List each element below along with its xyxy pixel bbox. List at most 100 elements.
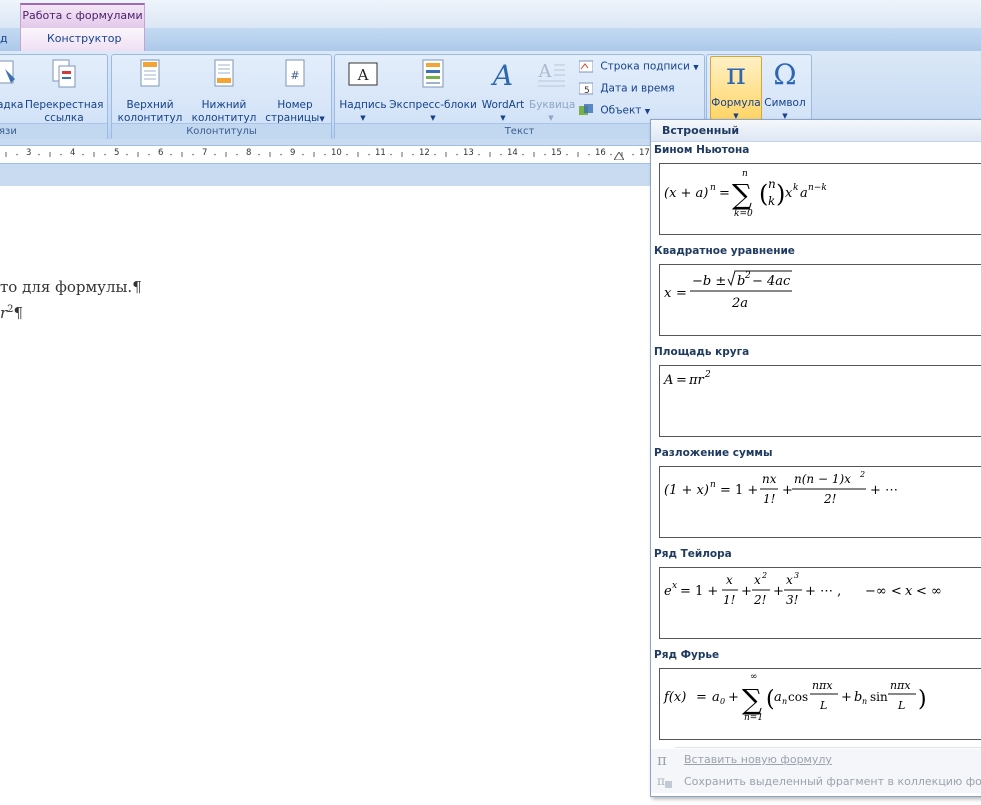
ruler-tick-label: 6: [158, 148, 164, 158]
svg-text:L: L: [819, 699, 827, 712]
ruler-minor-tick: [522, 153, 524, 156]
ruler-tick-label: 13: [463, 148, 474, 158]
ruler-tick-label: 16: [595, 148, 606, 158]
context-tab-group: Работа с формулами: [20, 3, 145, 29]
ruler-minor-tick: [412, 153, 414, 156]
svg-text:= 1 +: = 1 +: [720, 483, 758, 498]
quadratic-formula: x = −b ± b 2− 4ac 2a: [664, 270, 792, 311]
ruler-minor-tick: [258, 153, 260, 156]
ruler-minor-tick: [566, 153, 568, 156]
ruler-tick-label: 12: [419, 148, 430, 158]
textbox-button[interactable]: A Надпись ▼: [339, 59, 387, 125]
svg-text:A: A: [490, 59, 513, 89]
dropdown-arrow-icon: ▼: [319, 115, 325, 123]
tab-constructor[interactable]: Конструктор: [47, 32, 121, 45]
svg-text:cos: cos: [788, 690, 808, 704]
ruler-minor-tick: [82, 153, 84, 156]
document-page[interactable]: то для формулы.¶ r2¶: [0, 186, 650, 805]
ruler-tick-label: 4: [70, 148, 76, 158]
bookmark-button[interactable]: адка: [0, 59, 24, 112]
svg-text:−∞ <: −∞ <: [865, 584, 902, 599]
gallery-item-title: Разложение суммы: [654, 447, 773, 459]
links-group-label: язи: [0, 123, 107, 139]
right-indent-marker-icon[interactable]: [614, 152, 624, 160]
gallery-item-title: Квадратное уравнение: [654, 245, 795, 257]
object-label: Объект: [600, 104, 642, 117]
svg-text:+ ⋯: + ⋯: [870, 483, 898, 498]
ruler-tick-label: 3: [26, 148, 32, 158]
taylor-formula: ex = 1 + x1! + x 22! + x 33! + ⋯ , −∞ < x < …: [664, 571, 942, 607]
insert-new-formula-label: Вставить новую формулу: [684, 753, 832, 766]
page-number-icon: #: [285, 59, 305, 87]
cross-reference-label-1: Перекрестная: [25, 99, 104, 111]
cross-reference-button[interactable]: Перекрестная ссылка: [25, 59, 103, 125]
object-button[interactable]: Объект ▼: [579, 104, 650, 117]
svg-text:2: 2: [744, 271, 751, 281]
gallery-item-quadratic[interactable]: x = −b ± b 2− 4ac 2a: [659, 264, 981, 336]
symbol-label: Символ: [764, 97, 806, 109]
svg-text:#: #: [290, 69, 299, 82]
gallery-item-fourier[interactable]: f(x) = a0 + ∑ ∞ n=1 ( an cos nπx L + bn sin…: [659, 668, 981, 740]
signature-line-button[interactable]: Строка подписи ▼: [579, 60, 699, 73]
gallery-item-taylor[interactable]: ex = 1 + x 1! + x 2 2! + x 3 3! + ⋯ , −∞ < x < …: [659, 567, 981, 639]
svg-text:k: k: [768, 194, 775, 208]
dropcap-button[interactable]: A Буквица ▼: [529, 59, 575, 125]
ruler-tick-label: 7: [202, 148, 208, 158]
ruler-tick-label: 9: [290, 148, 296, 158]
svg-text:1!: 1!: [723, 593, 736, 607]
ruler-minor-tick: [368, 153, 370, 156]
ruler-minor-tick: [632, 153, 634, 156]
svg-text:A: A: [538, 61, 553, 82]
svg-text:x: x: [786, 573, 793, 587]
gallery-item-circle-area[interactable]: A = πr 2: [659, 365, 981, 437]
svg-text:n−k: n−k: [808, 183, 827, 193]
header-footer-group: Верхний колонтитул ▼ Нижний колонтитул ▼…: [111, 54, 332, 140]
gallery-item-title: Бином Ньютона: [654, 144, 750, 156]
header-footer-group-label: Колонтитулы: [112, 123, 331, 139]
gallery-header: Встроенный: [651, 120, 981, 142]
formula-button[interactable]: π Формула ▼: [710, 56, 762, 120]
svg-text:2!: 2!: [823, 492, 837, 506]
svg-text:sin: sin: [870, 690, 888, 704]
ruler-minor-tick: [104, 153, 106, 156]
date-time-button[interactable]: 5 Дата и время: [579, 82, 675, 95]
text-group-label: Текст: [335, 123, 704, 139]
footer-icon: [214, 59, 234, 87]
wordart-button[interactable]: A WordArt ▼: [479, 59, 527, 125]
svg-text:− 4ac: − 4ac: [752, 274, 791, 289]
gallery-item-binomial[interactable]: (x + a) n = ∑ n k=0 ( nk ) xk a n−k: [659, 163, 981, 235]
svg-text:+: +: [728, 690, 739, 705]
cross-reference-icon: [52, 59, 76, 88]
ruler-minor-tick: [236, 153, 238, 156]
quick-parts-button[interactable]: Экспресс-блоки ▼: [389, 59, 477, 125]
ruler-minor-tick: [324, 153, 326, 156]
document-line-1[interactable]: то для формулы.¶: [0, 278, 142, 296]
svg-text:n: n: [862, 697, 867, 706]
svg-text:e: e: [664, 584, 672, 599]
svg-text:∞: ∞: [750, 672, 758, 682]
bookmark-label: адка: [0, 99, 24, 111]
quick-parts-label: Экспресс-блоки: [389, 99, 477, 111]
save-selection-item[interactable]: π Сохранить выделенный фрагмент в коллек…: [651, 771, 981, 793]
formula-label: Формула: [711, 97, 761, 109]
document-line-2[interactable]: r2¶: [0, 304, 23, 322]
svg-text:): ): [918, 687, 927, 712]
page-number-label-1: Номер: [277, 99, 313, 111]
ruler-tick-label: 11: [375, 148, 386, 158]
sum-expansion-formula: (1 + x) n = 1 + nx 1! + n(n − 1)x 2 2! + ⋯: [664, 470, 898, 506]
page-number-button[interactable]: # Номер страницы▼: [262, 59, 328, 126]
context-group-label: Работа с формулами: [22, 9, 143, 22]
svg-text:(1 + x): (1 + x): [664, 483, 709, 498]
svg-text:−b ±: −b ±: [692, 274, 726, 289]
symbol-button[interactable]: Ω Символ ▼: [763, 57, 807, 123]
insert-new-formula-item[interactable]: π Вставить новую формулу: [651, 749, 981, 771]
gallery-item-sum-expansion[interactable]: (1 + x) n = 1 + nx 1! + n(n − 1)x 2 2! + ⋯: [659, 466, 981, 538]
horizontal-ruler[interactable]: 3 4 5 6 7 8 9 10 11 12 13 14 15 16 17: [0, 145, 650, 164]
svg-text:x: x: [754, 573, 761, 587]
svg-text:x: x: [664, 286, 672, 301]
tab-partial[interactable]: д: [0, 32, 8, 45]
ruler-tick-label: 10: [331, 148, 342, 158]
ruler-tick-label: 17: [639, 148, 650, 158]
svg-text:∑: ∑: [732, 178, 752, 211]
ruler-minor-tick: [126, 153, 128, 156]
